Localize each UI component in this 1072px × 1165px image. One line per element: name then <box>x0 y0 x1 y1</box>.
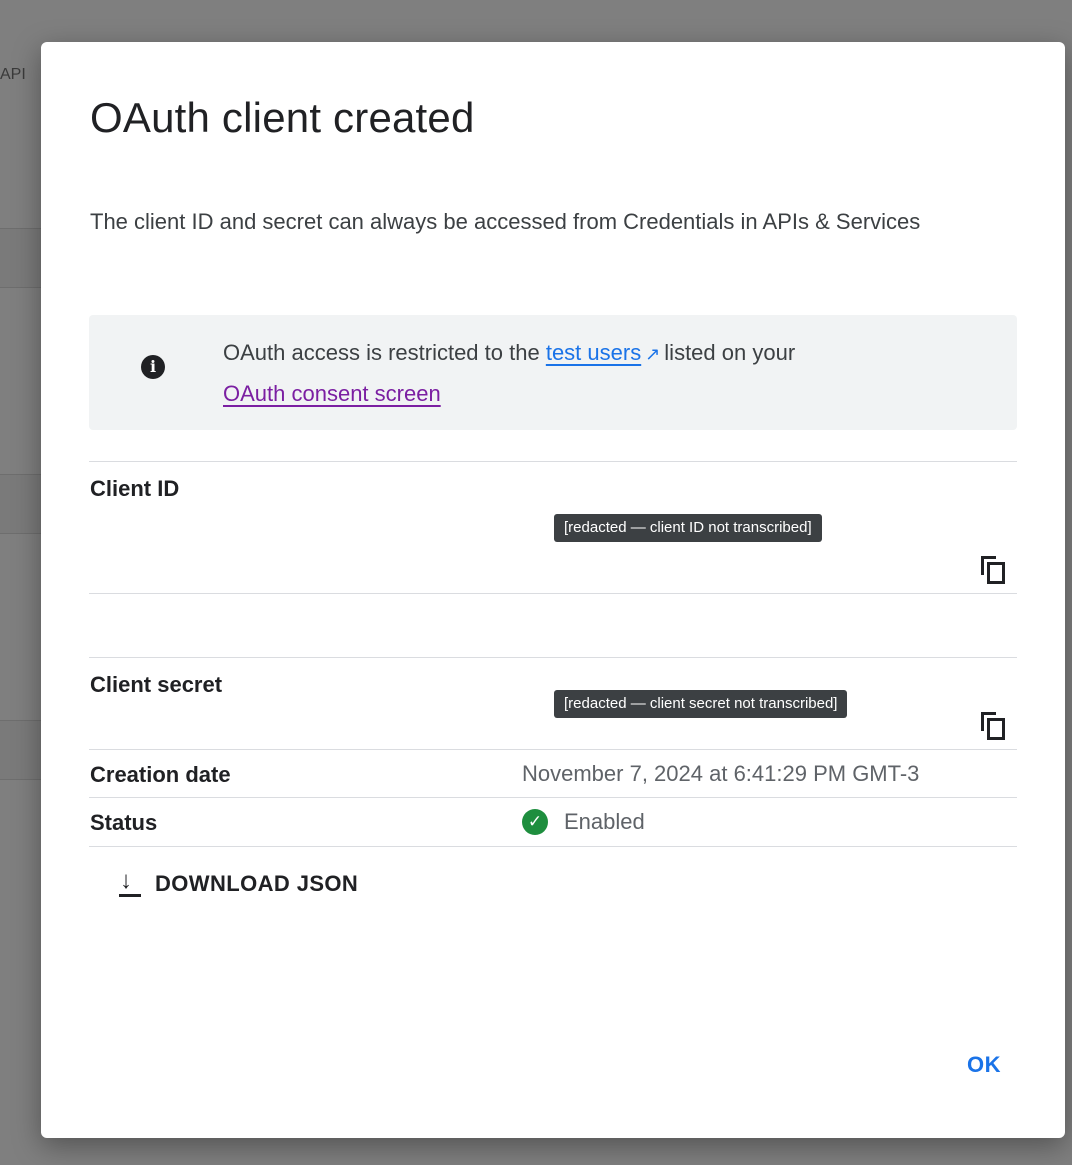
ok-button[interactable]: OK <box>967 1052 1001 1078</box>
client-id-value-redacted: [redacted — client ID not transcribed] <box>554 514 822 542</box>
background-row <box>0 228 45 288</box>
oauth-client-created-dialog: OAuth client created The client ID and s… <box>41 42 1065 1138</box>
notice-text-before: OAuth access is restricted to the <box>223 340 540 365</box>
row-divider <box>89 593 1017 658</box>
creation-date-row: Creation date November 7, 2024 at 6:41:2… <box>89 749 1017 798</box>
status-label: Status <box>90 810 158 835</box>
status-row: Status ✓ Enabled <box>89 797 1017 847</box>
creation-date-value: November 7, 2024 at 6:41:29 PM GMT-3 <box>522 761 920 786</box>
status-value: Enabled <box>564 809 645 834</box>
client-secret-row: Client secret [redacted — client secret … <box>89 657 1017 750</box>
notice-text: OAuth access is restricted to the test u… <box>223 333 983 414</box>
client-secret-value-redacted: [redacted — client secret not transcribe… <box>554 690 848 718</box>
client-secret-label: Client secret <box>90 672 223 697</box>
creation-date-label: Creation date <box>90 762 231 787</box>
background-row <box>0 474 45 534</box>
client-id-row: Client ID [redacted — client ID not tran… <box>89 461 1017 594</box>
info-icon: i <box>141 355 165 379</box>
oauth-consent-screen-link[interactable]: OAuth consent screen <box>223 381 441 406</box>
dialog-description: The client ID and secret can always be a… <box>90 209 921 234</box>
download-json-button[interactable]: ↓ DOWNLOAD JSON <box>117 864 358 904</box>
access-notice: i OAuth access is restricted to the test… <box>89 315 1017 430</box>
test-users-link[interactable]: test users <box>546 340 641 365</box>
external-link-icon[interactable]: ↗ <box>645 334 660 374</box>
client-id-label: Client ID <box>90 476 180 501</box>
download-icon: ↓ <box>117 869 143 899</box>
copy-client-secret-icon[interactable] <box>981 712 1005 740</box>
copy-client-id-icon[interactable] <box>981 556 1005 584</box>
background-label: API <box>0 66 26 83</box>
notice-text-after: listed on your <box>664 340 796 365</box>
background-row <box>0 720 45 780</box>
check-circle-icon: ✓ <box>522 809 548 835</box>
download-json-label: DOWNLOAD JSON <box>155 871 359 896</box>
dialog-title: OAuth client created <box>90 94 475 141</box>
